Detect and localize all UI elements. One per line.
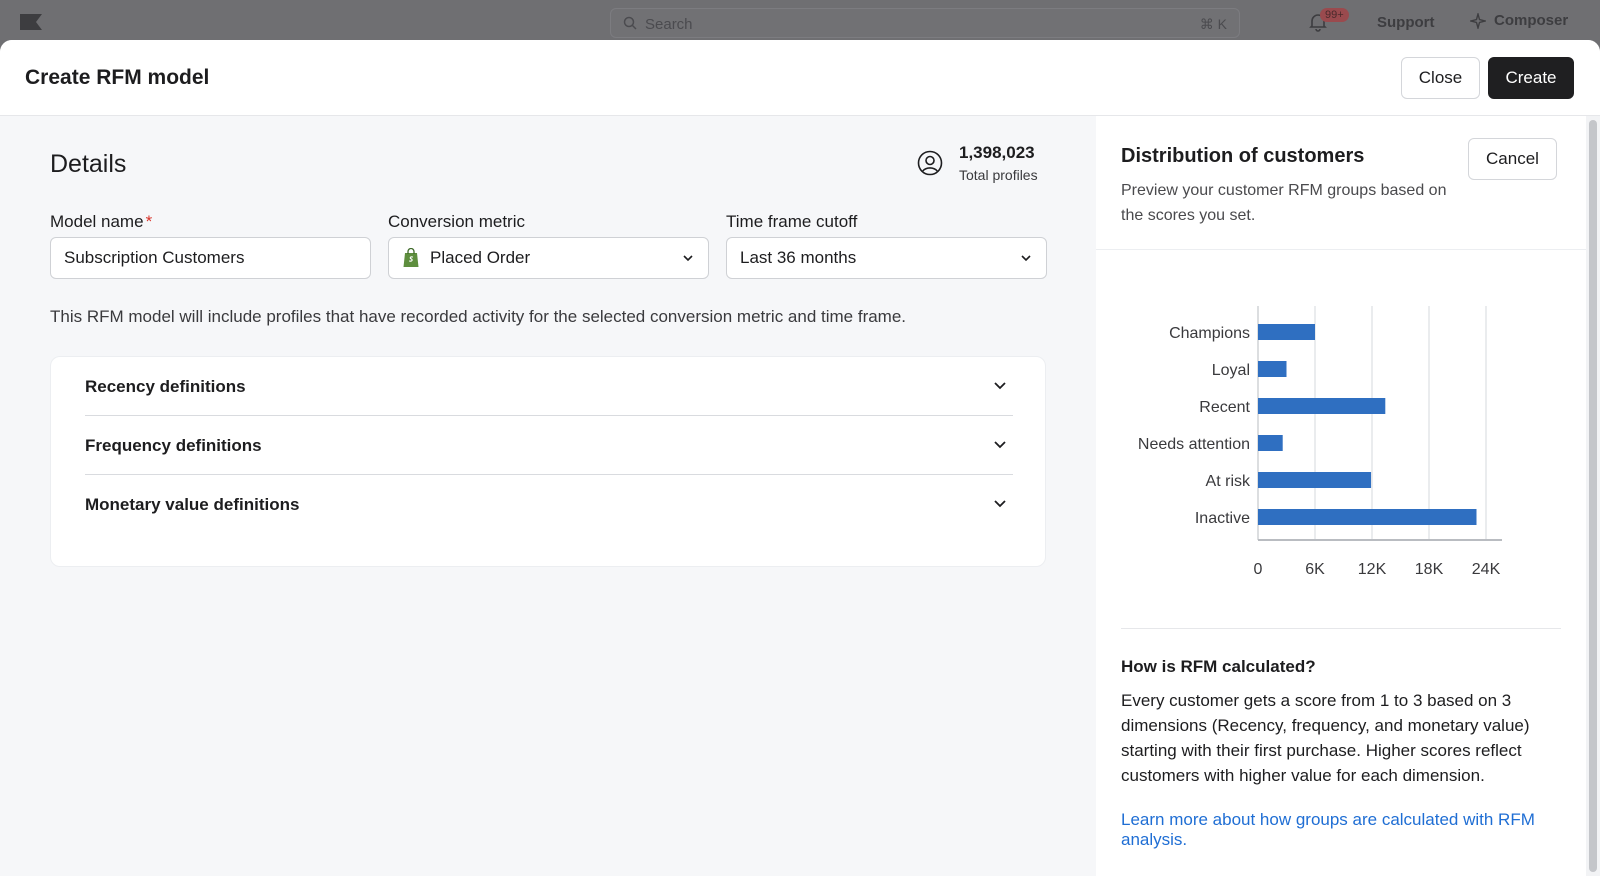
composer-button[interactable]: Composer <box>1470 12 1568 29</box>
support-link[interactable]: Support <box>1377 14 1435 31</box>
chart-category-label: Loyal <box>1212 362 1250 379</box>
sparkle-icon <box>1470 12 1486 29</box>
accordion-label: Recency definitions <box>85 377 246 396</box>
divider <box>1096 249 1586 250</box>
chevron-down-icon <box>994 382 1006 390</box>
conversion-metric-label: Conversion metric <box>388 212 525 231</box>
chart-bar <box>1258 361 1287 377</box>
notification-badge: 99+ <box>1320 8 1349 22</box>
chart-category-label: Recent <box>1199 399 1250 416</box>
helper-text: This RFM model will include profiles tha… <box>50 307 907 326</box>
logo-flag-icon[interactable] <box>20 14 42 30</box>
chart-x-tick-label: 12K <box>1358 561 1387 578</box>
accordion-item-monetary[interactable]: Monetary value definitions <box>85 475 1013 534</box>
cancel-button[interactable]: Cancel <box>1468 138 1557 180</box>
chart-bar <box>1258 398 1386 414</box>
close-button[interactable]: Close <box>1401 57 1480 99</box>
chart-bar <box>1258 435 1283 451</box>
modal-title: Create RFM model <box>25 66 210 89</box>
model-name-value: Subscription Customers <box>64 248 245 267</box>
chart-x-tick-label: 18K <box>1415 561 1444 578</box>
accordion-label: Frequency definitions <box>85 436 262 455</box>
details-panel: Details 1,398,023 Total profiles Model n… <box>0 116 1096 876</box>
chart-category-label: Needs attention <box>1138 436 1250 453</box>
chart-category-label: At risk <box>1206 473 1251 490</box>
timeframe-select[interactable]: Last 36 months <box>726 237 1047 279</box>
distribution-panel: Distribution of customers Preview your c… <box>1096 116 1586 876</box>
model-name-label: Model name * <box>50 212 152 232</box>
chart-bar <box>1258 472 1372 488</box>
model-name-label-text: Model name <box>50 212 144 231</box>
chart-category-label: Inactive <box>1195 510 1250 527</box>
scrollbar-thumb[interactable] <box>1589 120 1597 872</box>
chevron-down-icon <box>683 255 693 262</box>
create-button[interactable]: Create <box>1488 57 1574 99</box>
chart-bar <box>1258 509 1477 525</box>
total-profiles-count: 1,398,023 <box>959 143 1035 162</box>
how-rfm-title: How is RFM calculated? <box>1121 657 1316 676</box>
model-name-input[interactable]: Subscription Customers <box>50 237 371 279</box>
chart-x-tick-label: 24K <box>1472 561 1501 578</box>
total-profiles-label: Total profiles <box>959 167 1038 183</box>
distribution-description: Preview your customer RFM groups based o… <box>1121 182 1447 224</box>
accordion-label: Monetary value definitions <box>85 495 300 514</box>
chevron-down-icon <box>994 500 1006 508</box>
divider <box>1121 628 1561 629</box>
conversion-metric-value: Placed Order <box>430 248 531 267</box>
timeframe-label: Time frame cutoff <box>726 212 858 231</box>
search-icon <box>623 16 637 30</box>
chevron-down-icon <box>1021 255 1031 262</box>
definitions-accordion: Recency definitions Frequency definition… <box>50 356 1046 567</box>
accordion-item-recency[interactable]: Recency definitions <box>85 357 1013 416</box>
learn-more-link[interactable]: Learn more about how groups are calculat… <box>1121 810 1551 850</box>
app-topbar: Search ⌘ K 99+ Support Composer <box>0 0 1600 44</box>
user-circle-icon <box>917 150 943 176</box>
distribution-title: Distribution of customers <box>1121 145 1365 167</box>
required-asterisk: * <box>145 212 153 231</box>
timeframe-value: Last 36 months <box>740 248 857 267</box>
conversion-metric-select[interactable]: Placed Order <box>388 237 709 279</box>
chevron-down-icon <box>994 441 1006 449</box>
scrollbar[interactable] <box>1586 116 1600 876</box>
how-rfm-body: Every customer gets a score from 1 to 3 … <box>1121 691 1530 785</box>
create-rfm-modal: Create RFM model Close Create Details 1,… <box>0 40 1600 876</box>
search-placeholder: Search <box>645 16 693 33</box>
accordion-item-frequency[interactable]: Frequency definitions <box>85 416 1013 475</box>
distribution-bar-chart: 0 6K 12K 18K 24K Champions Loyal Recent Needs at… <box>1138 306 1502 578</box>
details-title: Details <box>50 150 127 178</box>
shopify-bag-icon <box>403 248 419 267</box>
search-input[interactable]: Search ⌘ K <box>610 8 1240 38</box>
chart-bar <box>1258 324 1315 340</box>
modal-header: Create RFM model Close Create <box>0 40 1600 116</box>
chart-x-tick-label: 0 <box>1254 561 1263 578</box>
chart-x-tick-label: 6K <box>1305 561 1325 578</box>
chart-category-label: Champions <box>1169 325 1250 342</box>
composer-label: Composer <box>1494 12 1569 29</box>
search-shortcut: ⌘ K <box>1199 16 1227 32</box>
